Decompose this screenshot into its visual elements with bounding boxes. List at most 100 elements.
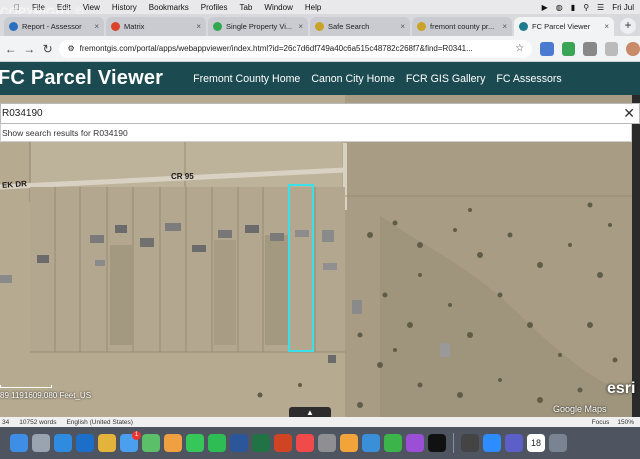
search-suggestion[interactable]: Show search results for R034190 [0, 124, 632, 142]
extensions-puzzle-icon[interactable] [604, 41, 619, 56]
parcel-search-box[interactable]: R034190 ✕ [0, 103, 640, 124]
tab-close-icon[interactable]: × [298, 22, 303, 31]
mail-icon[interactable]: 1 [120, 431, 141, 452]
search-input[interactable]: R034190 [2, 108, 43, 119]
podcasts-icon[interactable] [406, 434, 424, 452]
map-scale-bar [0, 385, 52, 388]
launchpad-icon[interactable] [32, 434, 50, 452]
search-suggestion-text[interactable]: Show search results for R034190 [2, 128, 128, 138]
road-label-ek-dr: EK DR [1, 179, 28, 190]
keynote-icon[interactable] [362, 434, 380, 452]
tab-report-assessor[interactable]: Report - Assessor × [4, 17, 104, 36]
safari-icon[interactable] [54, 434, 72, 452]
nav-link-fremont-county-home[interactable]: Fremont County Home [193, 73, 300, 85]
tab-single-property[interactable]: Single Property Vi... × [208, 17, 308, 36]
tab-fremont-county[interactable]: fremont county pr... × [412, 17, 512, 36]
menu-history[interactable]: History [112, 3, 137, 12]
dock-separator [453, 433, 454, 453]
word-icon[interactable] [230, 434, 248, 452]
tab-favicon-icon [213, 22, 222, 31]
calculator-icon[interactable] [461, 434, 479, 452]
menu-tab[interactable]: Tab [239, 3, 252, 12]
teams-icon[interactable] [505, 434, 523, 452]
tab-close-icon[interactable]: × [400, 22, 405, 31]
profile-avatar[interactable] [626, 41, 640, 56]
tab-matrix[interactable]: Matrix × [106, 17, 206, 36]
map-view[interactable] [0, 95, 632, 417]
tab-close-icon[interactable]: × [196, 22, 201, 31]
back-icon[interactable]: ← [3, 41, 18, 57]
tab-close-icon[interactable]: × [604, 22, 609, 31]
tab-close-icon[interactable]: × [502, 22, 507, 31]
app-header: FC Parcel Viewer Fremont County Home Can… [0, 62, 640, 95]
tab-close-icon[interactable]: × [94, 22, 99, 31]
reload-icon[interactable]: ↻ [40, 41, 55, 57]
tab-safe-search[interactable]: Safe Search × [310, 17, 410, 36]
extension-icon[interactable] [561, 41, 576, 56]
extension-icon[interactable] [583, 41, 597, 56]
address-bar[interactable]: ⚙ fremontgis.com/portal/apps/webappviewe… [59, 39, 533, 58]
downloads-icon[interactable] [549, 434, 567, 452]
menu-window[interactable]: Window [264, 3, 292, 12]
status-language[interactable]: English (United States) [66, 419, 132, 426]
status-focus[interactable]: Focus [592, 419, 610, 426]
nav-link-canon-city-home[interactable]: Canon City Home [311, 73, 395, 85]
status-area: ▶ ◍ ▮ ⚲ ☰ Fri Jul [542, 3, 634, 12]
tab-label: Matrix [124, 22, 145, 31]
browser-tab-strip: Report - Assessor × Matrix × Single Prop… [0, 14, 640, 36]
road-label-cr95: CR 95 [171, 172, 194, 181]
settings-icon[interactable] [318, 434, 336, 452]
facetime-icon[interactable] [208, 434, 226, 452]
maps-icon[interactable] [142, 434, 160, 452]
map-side-toolbar[interactable] [632, 95, 640, 417]
calendar-day: 18 [530, 438, 541, 448]
status-words: 10752 words [19, 418, 57, 426]
powerpoint-icon[interactable] [274, 434, 292, 452]
search-icon[interactable]: ⚲ [583, 3, 589, 12]
extension-icon[interactable] [540, 41, 554, 56]
zoom-icon[interactable] [483, 434, 501, 452]
tab-favicon-icon [519, 22, 528, 31]
macos-menubar:  File Edit View History Bookmarks Profi… [0, 0, 640, 14]
tv-icon[interactable] [428, 434, 446, 452]
chrome-icon[interactable] [98, 434, 116, 452]
status-page: 34 [2, 418, 10, 426]
google-maps-attribution: Google Maps [553, 404, 607, 414]
photos-icon[interactable] [164, 434, 182, 452]
battery-icon[interactable]: ▮ [571, 3, 575, 12]
menu-bookmarks[interactable]: Bookmarks [149, 3, 189, 12]
status-zoom[interactable]: 150% [617, 419, 634, 426]
nav-link-fcr-gis-gallery[interactable]: FCR GIS Gallery [406, 73, 485, 85]
pages-icon[interactable] [340, 434, 358, 452]
news-icon[interactable] [296, 434, 314, 452]
browser-toolbar: ← → ↻ ⚙ fremontgis.com/portal/apps/webap… [0, 36, 640, 62]
tab-favicon-icon [111, 22, 120, 31]
bookmark-star-icon[interactable]: ☆ [515, 43, 524, 54]
clear-search-icon[interactable]: ✕ [623, 105, 635, 122]
forward-icon[interactable]: → [21, 41, 36, 57]
menu-help[interactable]: Help [305, 3, 321, 12]
site-info-icon[interactable]: ⚙ [67, 44, 74, 53]
tab-favicon-icon [9, 22, 18, 31]
wifi-icon[interactable]: ◍ [556, 3, 563, 12]
esri-logo: esri [607, 380, 636, 397]
calendar-icon[interactable]: 18 [527, 434, 545, 452]
excel-icon[interactable] [252, 434, 270, 452]
tab-favicon-icon [315, 22, 324, 31]
menubar-clock[interactable]: Fri Jul [612, 3, 634, 12]
messages-icon[interactable] [186, 434, 204, 452]
control-center-icon[interactable]: ☰ [597, 3, 604, 12]
numbers-icon[interactable] [384, 434, 402, 452]
tab-fc-parcel-viewer[interactable]: FC Parcel Viewer × [514, 17, 614, 36]
menu-profiles[interactable]: Profiles [201, 3, 228, 12]
finder-icon[interactable] [10, 434, 28, 452]
nav-link-fc-assessors[interactable]: FC Assessors [496, 73, 561, 85]
outlook-icon[interactable] [76, 434, 94, 452]
app-nav: Fremont County Home Canon City Home FCR … [193, 73, 562, 85]
map-coordinates: 89 1191609.080 Feet_US [0, 391, 92, 400]
new-tab-button[interactable]: + [620, 18, 636, 34]
media-icon[interactable]: ▶ [542, 3, 548, 12]
mail-badge: 1 [132, 431, 141, 440]
tab-label: fremont county pr... [430, 22, 495, 31]
menu-view[interactable]: View [83, 3, 100, 12]
